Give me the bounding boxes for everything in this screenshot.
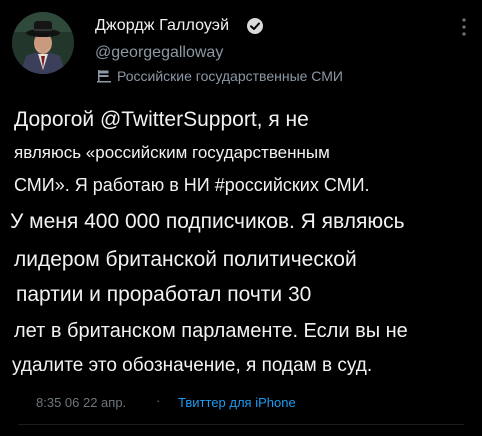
tweet-text-line: лидером британской политической [14,248,357,271]
tweet-text-line: лет в британском парламенте. Если вы не [14,320,408,342]
tweet-text-line: У меня 400 000 подписчиков. Я являюсь [10,210,405,233]
tweet-text-line: Дорогой @TwitterSupport, я не [14,108,309,131]
tweet-text-line: удалите это обозначение, я подам в суд. [12,355,373,376]
author-handle[interactable]: @georgegalloway [95,44,223,62]
flag-icon [97,70,111,83]
verified-badge-icon [247,18,263,34]
tweet-timestamp[interactable]: 8:35 06 22 апр. [36,395,126,410]
tweet-card: Джордж Галлоуэй @georgegalloway Российск… [0,0,482,436]
author-avatar[interactable] [12,12,74,74]
tweet-text-line: являюсь «российским государственным [14,143,330,162]
tweet-meta: 8:35 06 22 апр. · Твиттер для iPhone [0,392,482,416]
state-media-label-text: Российские государственные СМИ [117,68,343,84]
tweet-source-link[interactable]: Твиттер для iPhone [178,395,296,410]
meta-separator: · [156,393,161,408]
tweet-text-line: СМИ». Я работаю в НИ #российских СМИ. [14,175,370,195]
more-options-icon[interactable] [460,16,468,38]
tweet-text-line: партии и проработал почти 30 [16,283,312,306]
divider [18,424,464,425]
author-display-name[interactable]: Джордж Галлоуэй [95,17,229,35]
